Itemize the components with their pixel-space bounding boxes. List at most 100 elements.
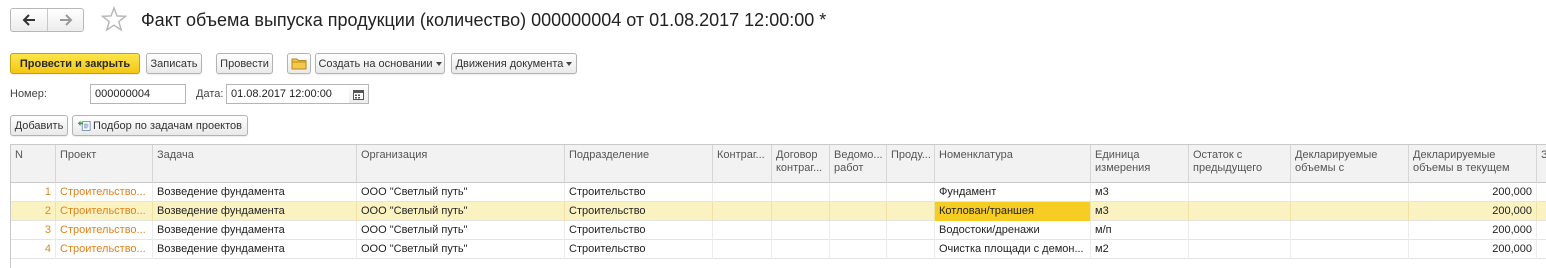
previous-balance-cell[interactable] [1189,221,1291,240]
col-organization[interactable]: Организация [357,145,565,183]
products-table: N Проект Задача Организация Подразделени… [10,144,1546,268]
contractor-cell[interactable] [713,183,772,202]
col-truncated[interactable]: З [1537,145,1546,183]
document-movements-dropdown[interactable]: Движения документа [451,53,577,74]
project-cell[interactable]: Строительство... [56,183,153,202]
col-contractor[interactable]: Контраг... [713,145,772,183]
declared-current-cell[interactable]: 200,000 [1409,240,1537,259]
works-statement-cell[interactable] [830,202,887,221]
col-previous-balance[interactable]: Остаток с предыдущего [1189,145,1291,183]
project-cell[interactable]: Строительство... [56,240,153,259]
product-cell[interactable] [887,202,935,221]
product-cell[interactable] [887,183,935,202]
create-based-on-label: Создать на основании [318,57,433,70]
contractor-cell[interactable] [713,240,772,259]
project-cell[interactable]: Строительство... [56,221,153,240]
nomenclature-cell[interactable]: Фундамент [935,183,1091,202]
organization-cell[interactable]: ООО "Светлый путь" [357,183,565,202]
arrow-left-icon [22,14,35,26]
star-icon[interactable] [101,6,127,32]
organization-cell[interactable]: ООО "Светлый путь" [357,240,565,259]
table-row[interactable]: 1 Строительство... Возведение фундамента… [11,183,1546,202]
col-project[interactable]: Проект [56,145,153,183]
contract-cell[interactable] [772,221,830,240]
organization-cell[interactable]: ООО "Светлый путь" [357,202,565,221]
nomenclature-cell-active[interactable]: Котлован/траншея [935,202,1091,221]
col-unit[interactable]: Единица измерения [1091,145,1189,183]
declared-current-cell[interactable]: 200,000 [1409,202,1537,221]
declared-from-cell[interactable] [1291,183,1409,202]
table-row[interactable]: 3 Строительство... Возведение фундамента… [11,221,1546,240]
col-declared-current[interactable]: Декларируемые объемы в текущем [1409,145,1537,183]
row-number: 1 [11,183,56,202]
col-contract[interactable]: Договор контраг... [772,145,830,183]
department-cell[interactable]: Строительство [565,183,713,202]
post-and-close-button[interactable]: Провести и закрыть [10,53,140,74]
product-cell[interactable] [887,240,935,259]
task-cell[interactable]: Возведение фундамента [153,183,357,202]
declared-current-cell[interactable]: 200,000 [1409,221,1537,240]
col-works-statement[interactable]: Ведомо... работ [830,145,887,183]
date-label: Дата: [196,88,224,100]
unit-cell[interactable]: м/п [1091,221,1189,240]
declared-from-cell[interactable] [1291,202,1409,221]
department-cell[interactable]: Строительство [565,240,713,259]
folder-button[interactable] [287,53,311,74]
back-button[interactable] [11,9,47,31]
contractor-cell[interactable] [713,221,772,240]
row-number: 2 [11,202,56,221]
write-button[interactable]: Записать [146,53,202,74]
title-bar: Факт объема выпуска продукции (количеств… [0,0,1546,44]
pick-project-tasks-button[interactable]: Подбор по задачам проектов [72,115,248,136]
chevron-down-icon [566,62,573,66]
col-product[interactable]: Проду... [887,145,935,183]
table-header: N Проект Задача Организация Подразделени… [11,145,1546,183]
calendar-button[interactable] [349,84,369,104]
number-field[interactable]: 000000004 [90,84,186,104]
works-statement-cell[interactable] [830,183,887,202]
row-number: 3 [11,221,56,240]
contract-cell[interactable] [772,202,830,221]
department-cell[interactable]: Строительство [565,221,713,240]
previous-balance-cell[interactable] [1189,202,1291,221]
pick-tasks-label: Подбор по задачам проектов [93,119,242,132]
previous-balance-cell[interactable] [1189,183,1291,202]
col-n[interactable]: N [11,145,56,183]
task-cell[interactable]: Возведение фундамента [153,202,357,221]
unit-cell[interactable]: м2 [1091,240,1189,259]
col-nomenclature[interactable]: Номенклатура [935,145,1091,183]
product-cell[interactable] [887,221,935,240]
col-declared-from[interactable]: Декларируемые объемы с [1291,145,1409,183]
works-statement-cell[interactable] [830,221,887,240]
contract-cell[interactable] [772,183,830,202]
unit-cell[interactable]: м3 [1091,202,1189,221]
add-row-button[interactable]: Добавить [10,115,68,136]
chevron-down-icon [435,62,442,66]
number-label: Номер: [10,88,47,100]
organization-cell[interactable]: ООО "Светлый путь" [357,221,565,240]
task-cell[interactable]: Возведение фундамента [153,221,357,240]
forward-button[interactable] [47,9,83,31]
document-movements-label: Движения документа [455,57,564,70]
post-button[interactable]: Провести [216,53,273,74]
contractor-cell[interactable] [713,202,772,221]
nomenclature-cell[interactable]: Водостоки/дренажи [935,221,1091,240]
col-department[interactable]: Подразделение [565,145,713,183]
declared-current-cell[interactable]: 200,000 [1409,183,1537,202]
declared-from-cell[interactable] [1291,221,1409,240]
task-cell[interactable]: Возведение фундамента [153,240,357,259]
previous-balance-cell[interactable] [1189,240,1291,259]
col-task[interactable]: Задача [153,145,357,183]
nomenclature-cell[interactable]: Очистка площади с демон... [935,240,1091,259]
project-cell[interactable]: Строительство... [56,202,153,221]
department-cell[interactable]: Строительство [565,202,713,221]
pick-tasks-icon [77,120,91,131]
table-row[interactable]: 4 Строительство... Возведение фундамента… [11,240,1546,259]
date-field[interactable]: 01.08.2017 12:00:00 [226,84,350,104]
declared-from-cell[interactable] [1291,240,1409,259]
works-statement-cell[interactable] [830,240,887,259]
contract-cell[interactable] [772,240,830,259]
table-row-selected[interactable]: 2 Строительство... Возведение фундамента… [11,202,1546,221]
unit-cell[interactable]: м3 [1091,183,1189,202]
create-based-on-dropdown[interactable]: Создать на основании [315,53,445,74]
